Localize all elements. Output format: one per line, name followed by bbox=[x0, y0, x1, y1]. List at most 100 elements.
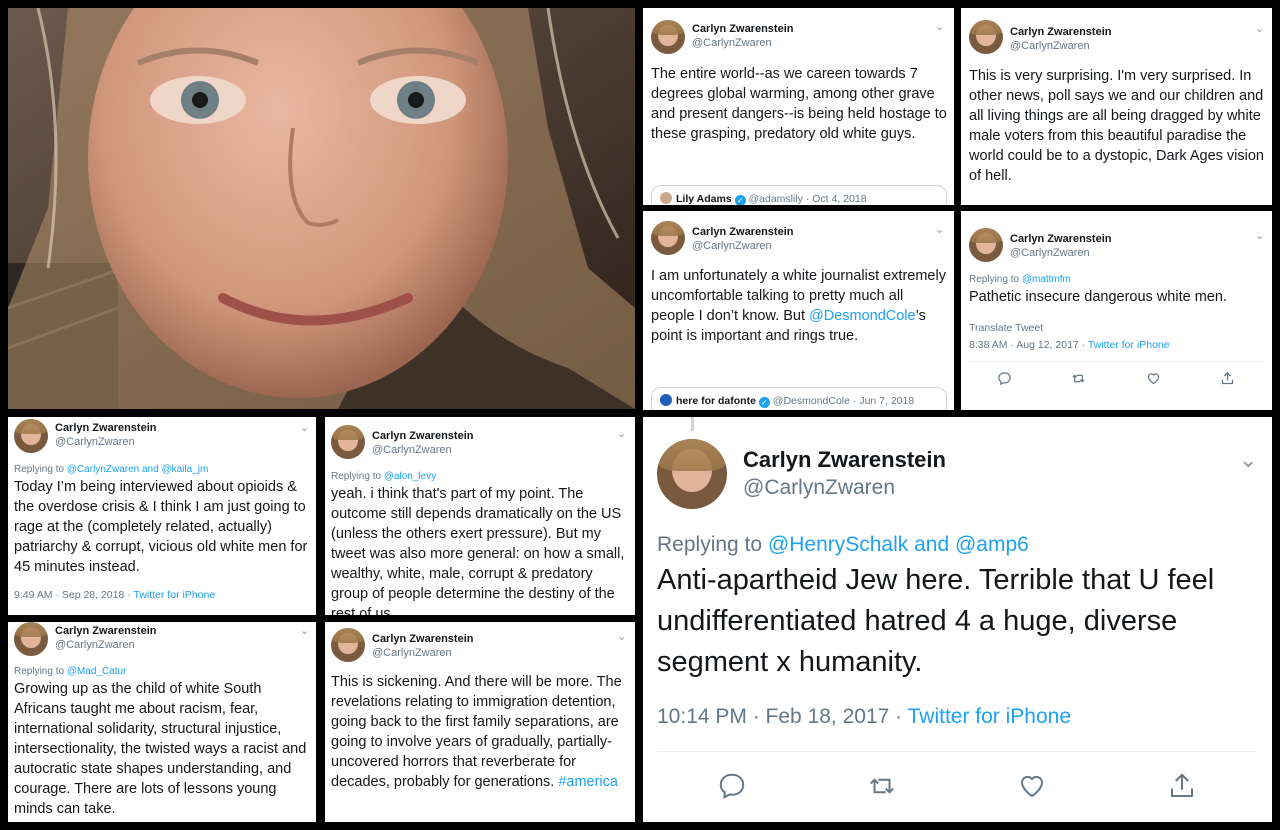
author-name[interactable]: Carlyn Zwarenstein bbox=[1010, 26, 1111, 39]
tweet-card-white-journalist[interactable]: Carlyn Zwarenstein @CarlynZwaren ⌄ I am … bbox=[643, 211, 954, 410]
tweet-card-my-point[interactable]: Carlyn Zwarenstein @CarlynZwaren ⌄ Reply… bbox=[325, 417, 635, 615]
hashtag-link[interactable]: #america bbox=[558, 774, 618, 790]
author-handle[interactable]: @CarlynZwaren bbox=[55, 435, 156, 449]
quoted-author-name: Lily Adams bbox=[676, 193, 732, 205]
reply-mention-link[interactable]: @alon_levy bbox=[384, 471, 436, 482]
author-handle[interactable]: @CarlynZwaren bbox=[692, 239, 793, 253]
replying-prefix: Replying to bbox=[14, 464, 67, 475]
reply-mention-link[interactable]: @mattmfm bbox=[1022, 274, 1071, 285]
replying-to: Replying to @mattmfm bbox=[969, 274, 1071, 285]
quoted-date: · Oct 4, 2018 bbox=[805, 193, 867, 205]
reply-mention-link[interactable]: @Mad_Catur bbox=[67, 666, 127, 677]
tweet-card-sickening[interactable]: Carlyn Zwarenstein @CarlynZwaren ⌄ This … bbox=[325, 622, 635, 822]
author-handle[interactable]: @CarlynZwaren bbox=[55, 638, 156, 652]
tweet-text: The entire world--as we careen towards 7… bbox=[651, 66, 947, 142]
replying-to: Replying to @CarlynZwaren and @kaila_jm bbox=[14, 464, 208, 475]
tweet-card-global-warming[interactable]: Carlyn Zwarenstein @CarlynZwaren ⌄ The e… bbox=[643, 8, 954, 205]
avatar[interactable] bbox=[14, 419, 48, 453]
author-handle[interactable]: @CarlynZwaren bbox=[692, 36, 793, 50]
tweet-card-opioids[interactable]: Carlyn Zwarenstein @CarlynZwaren ⌄ Reply… bbox=[8, 417, 316, 615]
translate-tweet-link[interactable]: Translate Tweet bbox=[969, 322, 1043, 334]
share-icon[interactable] bbox=[1167, 771, 1197, 803]
profile-photo bbox=[8, 8, 635, 409]
retweet-icon[interactable] bbox=[867, 771, 897, 803]
author-handle[interactable]: @CarlynZwaren bbox=[1010, 246, 1111, 260]
quoted-date: · Jun 7, 2018 bbox=[852, 395, 915, 407]
retweet-icon[interactable] bbox=[1071, 371, 1086, 389]
tweet-time: 9:49 AM · Sep 28, 2018 · bbox=[14, 589, 134, 601]
tweet-source-link[interactable]: Twitter for iPhone bbox=[908, 705, 1071, 728]
author-name[interactable]: Carlyn Zwarenstein bbox=[55, 625, 156, 638]
author-name[interactable]: Carlyn Zwarenstein bbox=[743, 447, 946, 473]
replying-to: Replying to @Mad_Catur bbox=[14, 666, 126, 677]
author-handle[interactable]: @CarlynZwaren bbox=[372, 443, 473, 457]
chevron-down-icon[interactable]: ⌄ bbox=[617, 427, 626, 440]
tweet-card-pathetic[interactable]: Carlyn Zwarenstein @CarlynZwaren ⌄ Reply… bbox=[961, 211, 1272, 410]
tweet-card-anti-apartheid[interactable]: Carlyn Zwarenstein @CarlynZwaren ⌄ Reply… bbox=[643, 417, 1272, 822]
face-photo-illustration bbox=[8, 8, 635, 409]
avatar bbox=[660, 394, 672, 406]
tweet-header: Carlyn Zwarenstein @CarlynZwaren bbox=[651, 221, 793, 255]
tweet-card-surprising[interactable]: Carlyn Zwarenstein @CarlynZwaren ⌄ This … bbox=[961, 8, 1272, 205]
tweet-card-south-africans[interactable]: Carlyn Zwarenstein @CarlynZwaren ⌄ Reply… bbox=[8, 622, 316, 822]
replying-prefix: Replying to bbox=[14, 666, 67, 677]
author-handle[interactable]: @CarlynZwaren bbox=[743, 473, 946, 503]
quoted-tweet[interactable]: Lily Adams ✓ @adamslily · Oct 4, 2018 bbox=[651, 185, 947, 205]
avatar[interactable] bbox=[331, 425, 365, 459]
tweet-timestamp: 8:38 AM · Aug 12, 2017 · Twitter for iPh… bbox=[969, 339, 1170, 351]
author-name[interactable]: Carlyn Zwarenstein bbox=[692, 23, 793, 36]
tweet-header: Carlyn Zwarenstein @CarlynZwaren bbox=[14, 419, 156, 453]
replying-prefix: Replying to bbox=[657, 533, 768, 556]
tweet-text: yeah. i think that's part of my point. T… bbox=[331, 486, 625, 615]
author-name[interactable]: Carlyn Zwarenstein bbox=[372, 430, 473, 443]
share-icon[interactable] bbox=[1220, 371, 1235, 389]
quoted-tweet[interactable]: here for dafonte ✓ @DesmondCole · Jun 7,… bbox=[651, 387, 947, 410]
quoted-author-handle: @DesmondCole bbox=[772, 395, 850, 407]
chevron-down-icon[interactable]: ⌄ bbox=[935, 223, 944, 236]
avatar[interactable] bbox=[651, 221, 685, 255]
reply-icon[interactable] bbox=[997, 371, 1012, 389]
chevron-down-icon[interactable]: ⌄ bbox=[1255, 229, 1264, 242]
avatar[interactable] bbox=[969, 228, 1003, 262]
author-handle[interactable]: @CarlynZwaren bbox=[1010, 39, 1111, 53]
author-name[interactable]: Carlyn Zwarenstein bbox=[372, 633, 473, 646]
tweet-actions bbox=[717, 771, 1197, 803]
tweet-header: Carlyn Zwarenstein @CarlynZwaren bbox=[657, 439, 946, 509]
chevron-down-icon[interactable]: ⌄ bbox=[935, 20, 944, 33]
tweet-time: 10:14 PM · Feb 18, 2017 · bbox=[657, 705, 908, 728]
verified-badge-icon: ✓ bbox=[758, 397, 770, 408]
tweet-timestamp: 10:14 PM · Feb 18, 2017 · Twitter for iP… bbox=[657, 705, 1071, 729]
verified-badge-icon: ✓ bbox=[734, 195, 746, 205]
tweet-header: Carlyn Zwarenstein @CarlynZwaren bbox=[331, 628, 473, 662]
chevron-down-icon[interactable]: ⌄ bbox=[1255, 22, 1264, 35]
reply-mention-link[interactable]: @HenrySchalk and @amp6 bbox=[768, 533, 1029, 556]
tweet-text: Today I’m being interviewed about opioid… bbox=[14, 479, 308, 575]
thread-line bbox=[691, 417, 694, 431]
tweet-header: Carlyn Zwarenstein @CarlynZwaren bbox=[14, 622, 156, 656]
chevron-down-icon[interactable]: ⌄ bbox=[617, 630, 626, 643]
tweet-text: Growing up as the child of white South A… bbox=[14, 681, 307, 817]
author-handle[interactable]: @CarlynZwaren bbox=[372, 646, 473, 660]
tweet-source-link[interactable]: Twitter for iPhone bbox=[133, 589, 215, 601]
tweet-text: This is very surprising. I'm very surpri… bbox=[969, 68, 1264, 184]
reply-icon[interactable] bbox=[717, 771, 747, 803]
avatar[interactable] bbox=[657, 439, 727, 509]
author-name[interactable]: Carlyn Zwarenstein bbox=[55, 422, 156, 435]
avatar[interactable] bbox=[14, 622, 48, 656]
chevron-down-icon[interactable]: ⌄ bbox=[300, 624, 309, 637]
avatar[interactable] bbox=[969, 20, 1003, 54]
chevron-down-icon[interactable]: ⌄ bbox=[1239, 447, 1257, 473]
author-name[interactable]: Carlyn Zwarenstein bbox=[692, 226, 793, 239]
tweet-timestamp: 9:49 AM · Sep 28, 2018 · Twitter for iPh… bbox=[14, 589, 215, 601]
reply-mention-link[interactable]: @CarlynZwaren and @kaila_jm bbox=[67, 464, 208, 475]
like-icon[interactable] bbox=[1017, 771, 1047, 803]
chevron-down-icon[interactable]: ⌄ bbox=[300, 421, 309, 434]
author-name[interactable]: Carlyn Zwarenstein bbox=[1010, 233, 1111, 246]
replying-prefix: Replying to bbox=[331, 471, 384, 482]
tweet-actions bbox=[997, 371, 1235, 389]
avatar[interactable] bbox=[331, 628, 365, 662]
tweet-source-link[interactable]: Twitter for iPhone bbox=[1088, 339, 1170, 351]
mention-link[interactable]: @DesmondCole bbox=[809, 308, 916, 324]
avatar[interactable] bbox=[651, 20, 685, 54]
like-icon[interactable] bbox=[1146, 371, 1161, 389]
